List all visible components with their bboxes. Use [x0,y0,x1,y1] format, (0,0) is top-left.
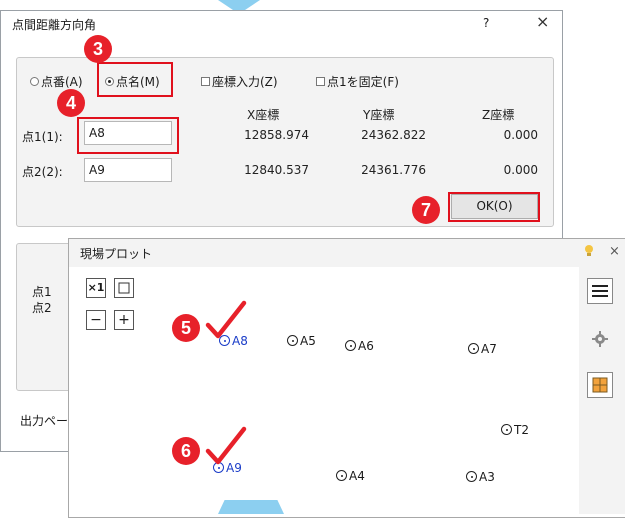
layout-button[interactable] [587,372,613,398]
checkbox-icon [316,77,325,86]
menu-icon [592,285,608,297]
step-badge-7: 7 [412,196,440,224]
checkmark-a9-icon [205,426,247,465]
result-point2-label: 点2 [32,301,52,315]
point1-z: 0.000 [503,128,538,142]
point-label-a5: A5 [300,334,316,348]
point2-input[interactable]: A9 [84,158,172,182]
checkbox-fix-point1-label: 点1を固定(F) [327,75,399,89]
layout-grid-icon [592,377,608,393]
zoom-in-button[interactable]: + [114,310,134,330]
radio-point-number[interactable]: 点番(A) [30,73,83,90]
point-marker-a7[interactable] [468,343,479,354]
point-label-a4: A4 [349,469,365,483]
point-label-t2: T2 [514,423,529,437]
point1-x: 12858.974 [244,128,309,142]
result-point1-label: 点1 [32,285,52,299]
point-marker-a3[interactable] [466,471,477,482]
plot-title-bar [69,239,625,267]
zoom-out-button[interactable]: − [86,310,106,330]
point-marker-t2[interactable] [501,424,512,435]
gear-icon[interactable] [592,331,608,350]
col-z-header: Z座標 [482,108,515,122]
point1-y: 24362.822 [361,128,426,142]
point-label-a7: A7 [481,342,497,356]
plot-close-icon[interactable]: × [609,244,620,259]
checkbox-fix-point1[interactable]: 点1を固定(F) [316,73,399,90]
step-badge-6: 6 [172,437,200,465]
highlight-ok-button [448,192,540,222]
point-marker-a6[interactable] [345,340,356,351]
point-label-a3: A3 [479,470,495,484]
point-marker-a5[interactable] [287,335,298,346]
checkbox-icon [201,77,210,86]
point-label-a6: A6 [358,339,374,353]
checkmark-a8-icon [205,300,247,339]
step-badge-4: 4 [57,89,85,117]
point2-y: 24361.776 [361,163,426,177]
menu-button[interactable] [587,278,613,304]
output-page-label: 出力ペー: [20,414,73,428]
radio-point-number-label: 点番(A) [41,75,83,89]
highlight-point-name [97,62,173,97]
fit-window-icon [118,282,130,294]
point2-x: 12840.537 [244,163,309,177]
step-badge-5: 5 [172,314,200,342]
down-arrow-bottom [218,500,284,514]
radio-icon [30,77,39,86]
point1-label: 点1(1): [22,130,63,144]
checkbox-coord-input[interactable]: 座標入力(Z) [201,73,278,90]
col-y-header: Y座標 [363,108,395,122]
plot-title: 現場プロット [80,247,153,261]
step-badge-3: 3 [84,35,112,63]
checkbox-coord-input-label: 座標入力(Z) [212,75,278,89]
lightbulb-icon[interactable] [584,244,594,258]
close-button[interactable]: × [536,12,549,31]
point-marker-a4[interactable] [336,470,347,481]
fit-window-button[interactable] [114,278,134,298]
help-button[interactable]: ? [483,16,489,30]
point2-z: 0.000 [503,163,538,177]
zoom-1x-button[interactable]: ×1 [86,278,106,298]
highlight-point1-input [77,117,179,154]
dialog-title: 点間距離方向角 [12,18,97,32]
plot-canvas[interactable] [69,267,579,514]
point2-label: 点2(2): [22,165,63,179]
col-x-header: X座標 [247,108,280,122]
